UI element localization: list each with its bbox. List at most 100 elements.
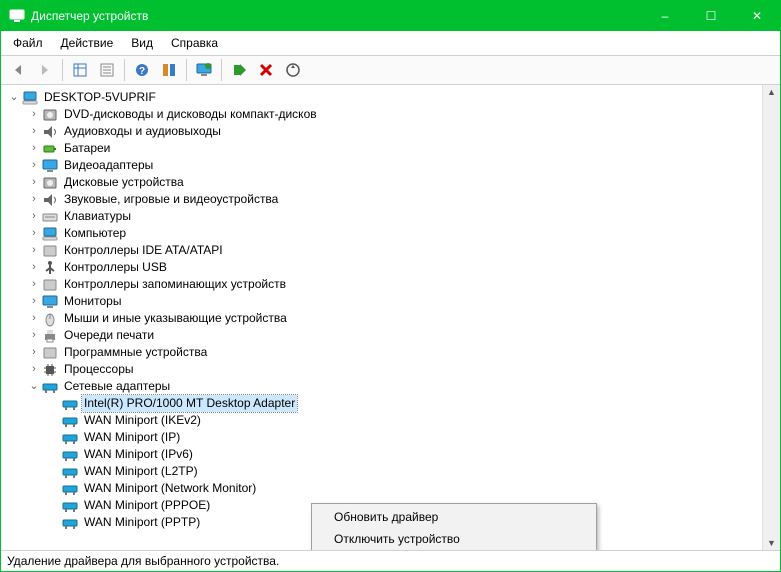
forward-button[interactable] (32, 57, 58, 83)
network-adapter-icon (62, 481, 78, 497)
svg-text:?: ? (139, 66, 145, 77)
minimize-button[interactable]: – (642, 1, 688, 31)
status-text: Удаление драйвера для выбранного устройс… (7, 554, 279, 568)
network-adapter-icon (62, 498, 78, 514)
menu-help[interactable]: Справка (163, 34, 226, 52)
tree-device-label: WAN Miniport (Network Monitor) (82, 480, 258, 497)
tree-device[interactable]: WAN Miniport (IPv6) (47, 446, 762, 463)
computer-icon (42, 226, 58, 242)
context-menu-item[interactable]: Обновить драйвер (314, 506, 594, 528)
usb-icon (42, 260, 58, 276)
tree-category[interactable]: › Программные устройства (27, 344, 762, 361)
menu-file[interactable]: Файл (5, 34, 51, 52)
vertical-scrollbar[interactable]: ▲ ▼ (762, 85, 780, 550)
tree-device[interactable]: Intel(R) PRO/1000 MT Desktop Adapter (47, 395, 762, 412)
tree-device[interactable]: WAN Miniport (Network Monitor) (47, 480, 762, 497)
tree-category[interactable]: › Видеоадаптеры (27, 157, 762, 174)
tree-device-label: WAN Miniport (IKEv2) (82, 412, 203, 429)
printer-icon (42, 328, 58, 344)
tree-category-label: Сетевые адаптеры (62, 378, 172, 395)
expand-icon[interactable]: › (27, 310, 41, 327)
expand-icon[interactable]: › (27, 140, 41, 157)
collapse-icon[interactable]: ⌄ (7, 89, 21, 106)
tree-category[interactable]: › Мониторы (27, 293, 762, 310)
tree-root[interactable]: ⌄ DESKTOP-5VUPRIF (7, 89, 762, 106)
properties-button[interactable] (94, 57, 120, 83)
expand-icon[interactable]: › (27, 259, 41, 276)
network-adapter-icon (62, 464, 78, 480)
expand-icon[interactable]: › (27, 174, 41, 191)
tree-category[interactable]: › Аудиовходы и аудиовыходы (27, 123, 762, 140)
back-button[interactable] (5, 57, 31, 83)
update-driver-button[interactable] (191, 57, 217, 83)
expand-icon[interactable]: › (27, 327, 41, 344)
menu-action[interactable]: Действие (53, 34, 122, 52)
expand-icon[interactable]: › (27, 361, 41, 378)
expand-icon[interactable]: › (27, 293, 41, 310)
view-toggle-button[interactable] (156, 57, 182, 83)
keyboard-icon (42, 209, 58, 225)
tree-category-label: Мыши и иные указывающие устройства (62, 310, 289, 327)
expand-icon[interactable]: › (27, 191, 41, 208)
tree-category[interactable]: › DVD-дисководы и дисководы компакт-диск… (27, 106, 762, 123)
tree-category-network[interactable]: ⌄ Сетевые адаптеры (27, 378, 762, 395)
battery-icon (42, 141, 58, 157)
tree-category[interactable]: › Контроллеры IDE ATA/ATAPI (27, 242, 762, 259)
tree-category[interactable]: › Очереди печати (27, 327, 762, 344)
tree-category-label: Очереди печати (62, 327, 156, 344)
network-adapter-icon (62, 515, 78, 531)
app-icon (9, 8, 25, 24)
close-button[interactable]: ✕ (734, 1, 780, 31)
tree-category[interactable]: › Дисковые устройства (27, 174, 762, 191)
tree-root-label: DESKTOP-5VUPRIF (42, 89, 158, 106)
scan-hardware-button[interactable] (280, 57, 306, 83)
context-menu-item[interactable]: Удалить устройство (314, 550, 594, 551)
tree-category-label: Контроллеры IDE ATA/ATAPI (62, 242, 225, 259)
menu-view[interactable]: Вид (123, 34, 161, 52)
show-hidden-button[interactable] (67, 57, 93, 83)
tree-device[interactable]: WAN Miniport (L2TP) (47, 463, 762, 480)
expand-icon[interactable]: › (27, 276, 41, 293)
tree-category[interactable]: › Батареи (27, 140, 762, 157)
window-title: Диспетчер устройств (31, 9, 642, 23)
tree-category-label: Видеоадаптеры (62, 157, 155, 174)
tree-category[interactable]: › Контроллеры запоминающих устройств (27, 276, 762, 293)
scroll-down-icon[interactable]: ▼ (767, 536, 776, 550)
tree-category[interactable]: › Компьютер (27, 225, 762, 242)
tree-device-label: WAN Miniport (PPPOE) (82, 497, 212, 514)
expand-icon[interactable]: › (27, 157, 41, 174)
expand-icon[interactable]: › (27, 123, 41, 140)
tree-category-label: Программные устройства (62, 344, 209, 361)
tree-device-label: Intel(R) PRO/1000 MT Desktop Adapter (82, 395, 297, 412)
uninstall-device-button[interactable] (253, 57, 279, 83)
expand-icon[interactable]: › (27, 344, 41, 361)
tree-category-label: Контроллеры USB (62, 259, 169, 276)
tree-category[interactable]: › Клавиатуры (27, 208, 762, 225)
disk-icon (42, 175, 58, 191)
tree-category-label: Звуковые, игровые и видеоустройства (62, 191, 280, 208)
context-menu-item[interactable]: Отключить устройство (314, 528, 594, 550)
audio-icon (42, 124, 58, 140)
expand-icon[interactable]: › (27, 208, 41, 225)
enable-device-button[interactable] (226, 57, 252, 83)
tree-category[interactable]: › Контроллеры USB (27, 259, 762, 276)
tree-category[interactable]: › Звуковые, игровые и видеоустройства (27, 191, 762, 208)
network-adapter-icon (62, 430, 78, 446)
expand-icon[interactable]: › (27, 225, 41, 242)
tree-device[interactable]: WAN Miniport (IKEv2) (47, 412, 762, 429)
expand-icon[interactable]: › (27, 106, 41, 123)
help-button[interactable]: ? (129, 57, 155, 83)
device-tree[interactable]: ⌄ DESKTOP-5VUPRIF › DVD-дисководы и диск… (1, 85, 762, 550)
network-adapter-icon (62, 413, 78, 429)
storage-icon (42, 277, 58, 293)
tree-category[interactable]: › Мыши и иные указывающие устройства (27, 310, 762, 327)
maximize-button[interactable]: ☐ (688, 1, 734, 31)
scroll-up-icon[interactable]: ▲ (767, 85, 776, 99)
network-adapter-icon (62, 447, 78, 463)
collapse-icon[interactable]: ⌄ (27, 378, 41, 395)
expand-icon[interactable]: › (27, 242, 41, 259)
tree-category[interactable]: › Процессоры (27, 361, 762, 378)
statusbar: Удаление драйвера для выбранного устройс… (1, 551, 780, 571)
tree-device-label: WAN Miniport (PPTP) (82, 514, 202, 531)
tree-device[interactable]: WAN Miniport (IP) (47, 429, 762, 446)
